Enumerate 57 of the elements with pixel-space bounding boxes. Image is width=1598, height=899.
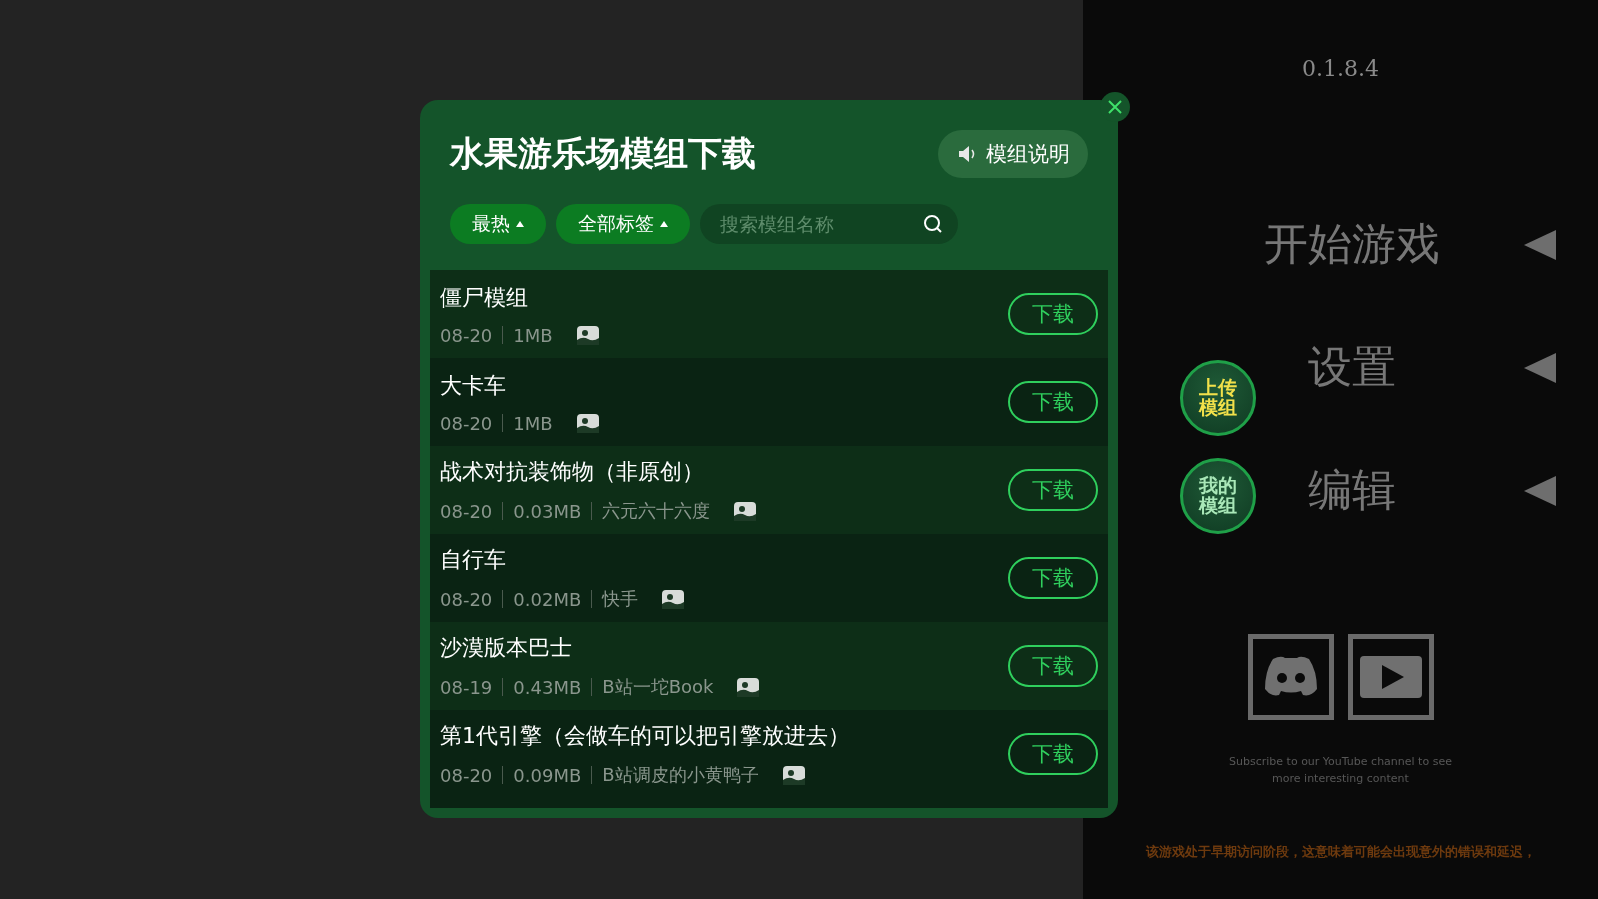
mod-size: 0.02MB <box>513 588 582 610</box>
download-button[interactable]: 下载 <box>1008 293 1098 335</box>
round-badge-button[interactable]: 我的模组 <box>1180 458 1256 534</box>
round-badge-button[interactable]: 上传模组 <box>1180 360 1256 436</box>
menu-item[interactable]: 设置 <box>1307 338 1396 397</box>
filter-dropdown[interactable]: 全部标签 <box>556 204 690 244</box>
dialog-title: 水果游乐场模组下载 <box>450 132 756 175</box>
mod-size: 0.03MB <box>513 500 582 522</box>
play-icon <box>1359 656 1422 698</box>
mod-name: 僵尸模组 <box>440 283 529 312</box>
triangle-icon <box>1524 350 1558 385</box>
mod-size: 1MB <box>513 324 553 346</box>
discord-button[interactable] <box>1247 634 1334 720</box>
mod-name: 沙漠版本巴士 <box>440 634 573 662</box>
version-label: 0.1.8.4 <box>1302 56 1379 81</box>
image-icon[interactable] <box>576 325 599 345</box>
image-icon[interactable] <box>576 413 599 433</box>
mod-author: B站调皮的小黄鸭子 <box>602 763 759 787</box>
image-icon[interactable] <box>737 677 760 697</box>
download-button[interactable]: 下载 <box>1008 469 1098 511</box>
close-icon <box>1107 99 1123 115</box>
notice-text: 该游戏处于早期访问阶段，这意味着可能会出现意外的错误和延迟， <box>1145 843 1536 861</box>
mod-date: 08-19 <box>440 676 493 698</box>
menu-item[interactable]: 开始游戏 <box>1263 215 1440 274</box>
mod-date: 08-20 <box>440 412 493 434</box>
help-button[interactable]: 模组说明 <box>938 130 1088 178</box>
download-button[interactable]: 下载 <box>1008 645 1098 687</box>
image-icon[interactable] <box>782 765 805 785</box>
mod-size: 0.09MB <box>513 764 582 786</box>
mod-name: 自行车 <box>440 546 507 574</box>
mod-name: 第1代引擎（会做车的可以把引擎放进去） <box>440 722 850 750</box>
mod-size: 0.43MB <box>513 676 582 698</box>
mod-date: 08-20 <box>440 324 493 346</box>
caret-icon <box>516 221 524 227</box>
download-button[interactable]: 下载 <box>1008 381 1098 423</box>
mod-size: 1MB <box>513 412 553 434</box>
mod-date: 08-20 <box>440 764 493 786</box>
subscribe-text: Subscribe to our YouTube channel to see more interesting content <box>1228 754 1453 787</box>
mod-author: 六元六十六度 <box>602 499 711 523</box>
mod-author: B站一坨Book <box>602 675 714 699</box>
mod-author: 快手 <box>602 587 639 611</box>
caret-icon <box>660 221 668 227</box>
menu-item[interactable]: 编辑 <box>1307 461 1396 520</box>
video-button[interactable] <box>1347 634 1434 720</box>
triangle-icon <box>1524 227 1558 262</box>
search-field[interactable]: 搜索模组名称 <box>700 204 958 244</box>
filter-dropdown[interactable]: 最热 <box>450 204 546 244</box>
download-button[interactable]: 下载 <box>1008 557 1098 599</box>
mod-date: 08-20 <box>440 500 493 522</box>
triangle-icon <box>1524 473 1558 508</box>
mod-date: 08-20 <box>440 588 493 610</box>
download-button[interactable]: 下载 <box>1008 733 1098 775</box>
image-icon[interactable] <box>662 589 685 609</box>
image-icon[interactable] <box>734 501 757 521</box>
mod-name: 大卡车 <box>440 371 507 400</box>
mod-name: 战术对抗装饰物（非原创） <box>440 458 705 486</box>
search-icon <box>922 213 944 235</box>
